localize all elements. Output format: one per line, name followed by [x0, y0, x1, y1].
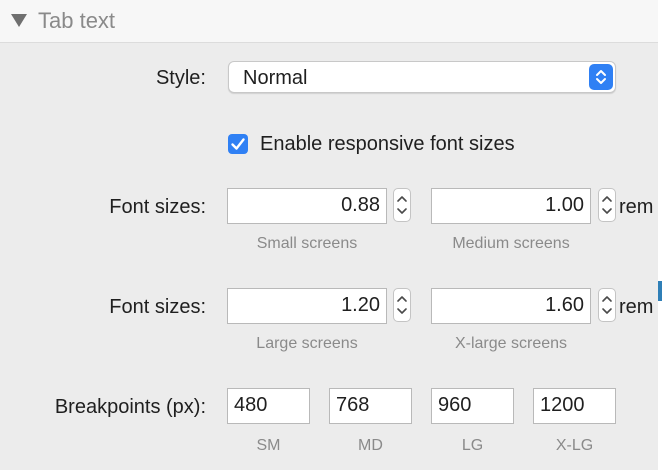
triangle-down-icon[interactable]: [11, 14, 27, 27]
up-down-chevron-icon[interactable]: [589, 64, 613, 90]
lg-caption: LG: [461, 437, 484, 454]
breakpoints-label: Breakpoints (px):: [54, 396, 206, 418]
section-header[interactable]: Tab text: [0, 0, 658, 43]
breakpoint-sm-input[interactable]: 480: [227, 388, 310, 424]
breakpoint-xlg-input[interactable]: 1200: [533, 388, 616, 424]
style-select-value: Normal: [243, 67, 308, 89]
font-size-small-stepper[interactable]: [393, 188, 411, 222]
scroll-edge: [658, 0, 662, 470]
md-caption: MD: [358, 437, 383, 454]
font-size-large-input[interactable]: 1.20: [227, 288, 387, 324]
font-size-xlarge-stepper[interactable]: [598, 288, 616, 322]
font-sizes-label-1: Font sizes:: [109, 196, 206, 218]
font-size-unit-2: rem: [619, 296, 654, 318]
checkmark-icon: [231, 138, 245, 150]
font-sizes-label-2: Font sizes:: [109, 296, 206, 318]
style-select[interactable]: Normal: [228, 61, 616, 93]
font-size-medium-input[interactable]: 1.00: [431, 188, 591, 224]
font-size-large-stepper[interactable]: [393, 288, 411, 322]
font-size-unit-1: rem: [619, 196, 654, 218]
font-size-small-input[interactable]: 0.88: [227, 188, 387, 224]
font-size-xlarge-input[interactable]: 1.60: [431, 288, 591, 324]
section-title: Tab text: [38, 8, 116, 33]
small-screens-caption: Small screens: [256, 235, 358, 252]
tab-text-panel: Tab text Style: Normal Enable responsive…: [0, 0, 658, 470]
font-size-medium-stepper[interactable]: [598, 188, 616, 222]
sm-caption: SM: [256, 437, 281, 454]
xlarge-screens-caption: X-large screens: [454, 335, 568, 352]
breakpoint-lg-input[interactable]: 960: [431, 388, 514, 424]
scroll-indicator[interactable]: [658, 281, 662, 301]
style-label: Style:: [155, 67, 206, 89]
medium-screens-caption: Medium screens: [452, 235, 570, 252]
xlg-caption: X-LG: [555, 437, 594, 454]
responsive-checkbox[interactable]: [228, 134, 248, 154]
breakpoint-md-input[interactable]: 768: [329, 388, 412, 424]
responsive-checkbox-label[interactable]: Enable responsive font sizes: [260, 132, 515, 156]
large-screens-caption: Large screens: [256, 335, 358, 352]
